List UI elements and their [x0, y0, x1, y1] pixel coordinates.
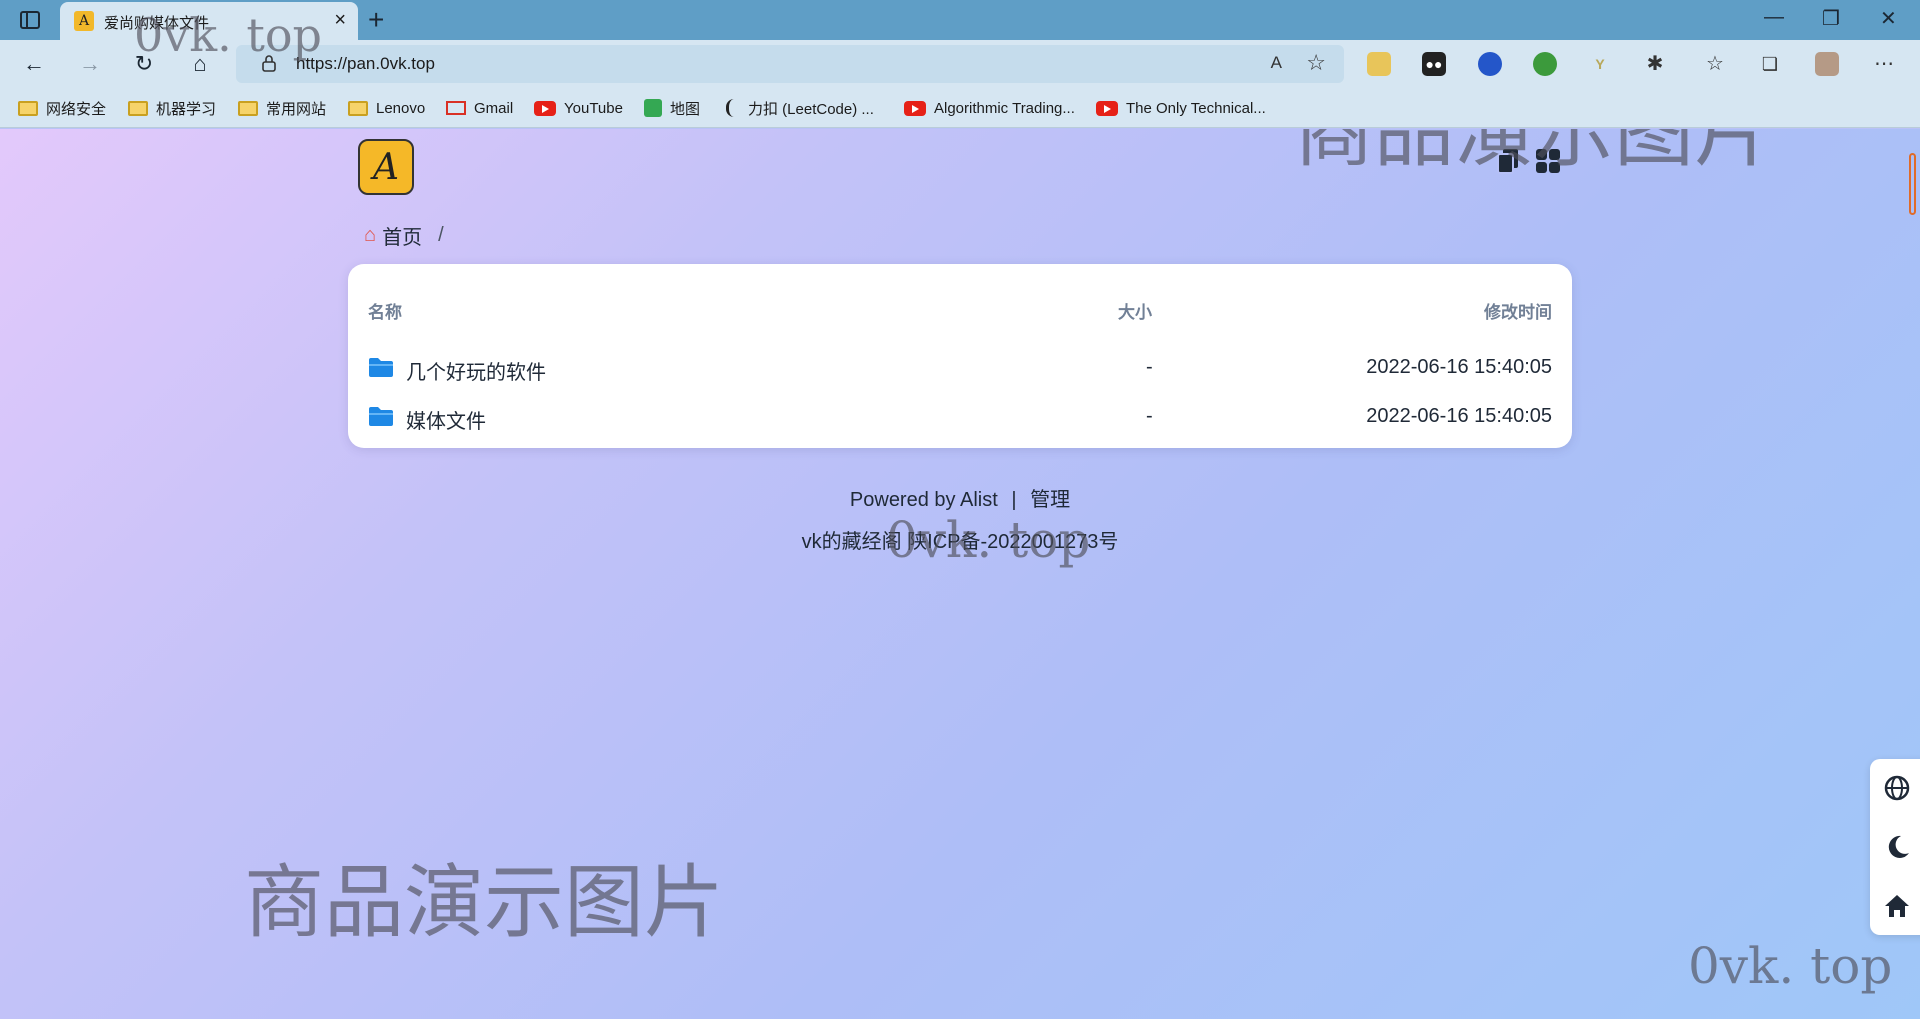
watermark-text: 0vk. top	[886, 511, 1091, 569]
bookmark-item[interactable]: Gmail	[446, 97, 513, 119]
bookmark-label: 地图	[670, 100, 701, 118]
globe-icon[interactable]	[1882, 773, 1912, 803]
minimize-icon[interactable]: —	[1764, 6, 1784, 29]
favorites-icon[interactable]: ☆	[1703, 52, 1727, 76]
folder-icon	[369, 407, 393, 426]
table-row[interactable]: 几个好玩的软件 - 2022-06-16 15:40:05	[348, 342, 1572, 398]
folder-icon	[128, 100, 148, 116]
table-row[interactable]: 媒体文件 - 2022-06-16 15:40:05	[348, 391, 1572, 447]
extension-tampermonkey-icon[interactable]: ●●	[1422, 52, 1446, 76]
window-close-icon[interactable]: ✕	[1880, 6, 1897, 31]
manage-link[interactable]: 管理	[1030, 489, 1070, 511]
youtube-icon	[1096, 100, 1118, 116]
tab-actions-icon[interactable]	[18, 8, 42, 32]
tab-close-icon[interactable]: ×	[334, 9, 346, 32]
bookmark-label: Algorithmic Trading...	[934, 99, 1075, 117]
bookmark-item[interactable]: 网络安全	[18, 97, 106, 119]
breadcrumb-home-link[interactable]: 首页	[382, 221, 422, 250]
home-icon: ⌂	[364, 224, 377, 246]
watermark-text: 0vk. top	[1688, 937, 1893, 995]
add-favorite-icon[interactable]: ☆	[1306, 50, 1326, 76]
powered-by-link[interactable]: Powered by Alist	[850, 489, 998, 511]
watermark-text: 商品演示图片	[244, 856, 724, 949]
file-name[interactable]: 几个好玩的软件	[406, 356, 546, 385]
column-header-size[interactable]: 大小	[1118, 298, 1152, 323]
bookmark-item[interactable]: Algorithmic Trading...	[904, 97, 1075, 119]
file-size: -	[1146, 405, 1153, 427]
file-modified: 2022-06-16 15:40:05	[1366, 405, 1552, 427]
column-header-name[interactable]: 名称	[368, 298, 402, 323]
file-size: -	[1146, 356, 1153, 378]
home-icon[interactable]	[1882, 891, 1912, 921]
bookmark-item[interactable]: 地图	[644, 97, 700, 119]
extension-y-icon[interactable]: Y	[1588, 52, 1612, 76]
collections-icon[interactable]: ❏	[1758, 52, 1782, 76]
bookmark-item[interactable]: 常用网站	[238, 97, 326, 119]
read-aloud-icon[interactable]: A	[1271, 53, 1282, 73]
bookmark-item[interactable]: The Only Technical...	[1096, 97, 1266, 119]
floating-toolbar	[1870, 759, 1920, 935]
file-name[interactable]: 媒体文件	[406, 405, 486, 434]
footer-powered: Powered by Alist | 管理	[0, 483, 1920, 512]
bookmark-label: 网络安全	[46, 100, 107, 118]
more-menu-icon[interactable]: ⋯	[1872, 52, 1896, 76]
file-list-card: 名称 大小 修改时间 几个好玩的软件 - 2022-06-16 15:40:05…	[348, 264, 1572, 448]
bookmark-item[interactable]: YouTube	[534, 97, 623, 119]
file-modified: 2022-06-16 15:40:05	[1366, 356, 1552, 378]
gmail-icon	[446, 101, 466, 115]
footer-divider: |	[1011, 489, 1017, 511]
leetcode-icon	[726, 99, 740, 117]
youtube-icon	[534, 100, 556, 116]
extension-globe-icon[interactable]	[1533, 52, 1557, 76]
youtube-icon	[904, 100, 926, 116]
new-tab-icon[interactable]: +	[368, 4, 384, 36]
dark-mode-icon[interactable]	[1882, 832, 1912, 862]
restore-icon[interactable]: ❐	[1822, 6, 1840, 31]
site-logo[interactable]: A	[358, 139, 414, 195]
bookmark-label: The Only Technical...	[1126, 99, 1266, 117]
extension-folder-icon[interactable]	[1367, 52, 1391, 76]
folder-icon	[369, 358, 393, 377]
bookmarks-bar: 网络安全 机器学习 常用网站 Lenovo Gmail YouTube 地图 力…	[0, 88, 1920, 128]
extensions-icon[interactable]: ✱	[1643, 52, 1667, 76]
bookmark-label: 常用网站	[266, 100, 327, 118]
bookmark-label: YouTube	[564, 99, 623, 117]
site-favicon-icon: A	[74, 11, 94, 31]
forward-icon[interactable]: →	[76, 50, 104, 78]
watermark-text: 0vk. top	[134, 8, 322, 62]
breadcrumb: ⌂ 首页 /	[364, 221, 444, 250]
maps-icon	[644, 99, 662, 117]
watermark-text: 商品演示图片	[1294, 129, 1774, 178]
folder-icon	[348, 100, 368, 116]
scrollbar-thumb[interactable]	[1909, 153, 1916, 215]
breadcrumb-separator: /	[438, 224, 444, 246]
back-icon[interactable]: ←	[20, 50, 48, 78]
page-content: A ⌂ 首页 / 名称 大小 修改时间 几个好玩的软件 - 2022-06-16…	[0, 129, 1920, 1019]
folder-icon	[238, 100, 258, 116]
bookmark-label: Lenovo	[376, 99, 426, 117]
extension-blue-icon[interactable]	[1478, 52, 1502, 76]
bookmark-label: Gmail	[474, 99, 514, 117]
address-bar[interactable]: https://pan.0vk.top A ☆	[236, 45, 1344, 83]
bookmark-item[interactable]: Lenovo	[348, 97, 425, 119]
bookmark-label: 力扣 (LeetCode) ...	[748, 100, 874, 118]
bookmark-label: 机器学习	[156, 100, 217, 118]
column-header-modified[interactable]: 修改时间	[1484, 298, 1552, 323]
bookmark-item[interactable]: 力扣 (LeetCode) ...	[726, 97, 874, 119]
profile-avatar[interactable]	[1815, 52, 1839, 76]
folder-icon	[18, 100, 38, 116]
bookmark-item[interactable]: 机器学习	[128, 97, 216, 119]
